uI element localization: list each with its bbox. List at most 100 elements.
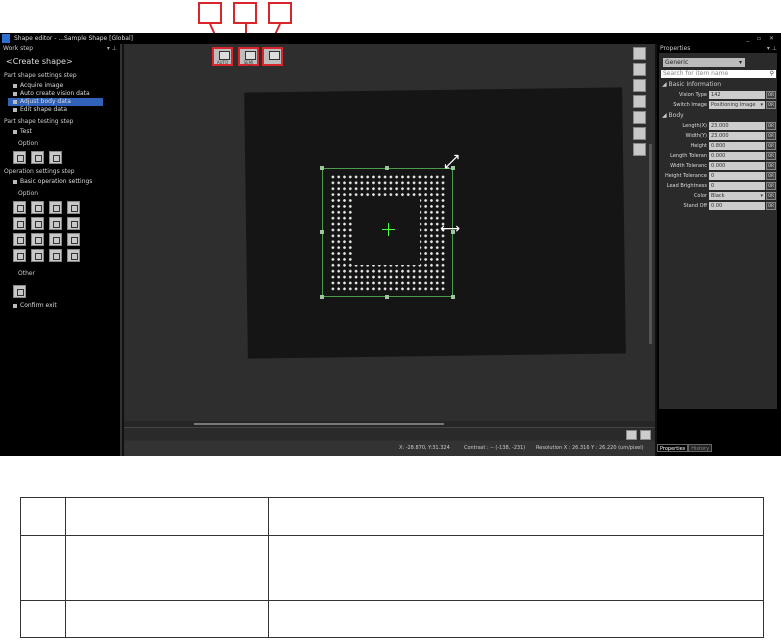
semi-auto-button[interactable]: SEMI AUTO: [238, 47, 259, 70]
category-select[interactable]: Generic ▾: [663, 58, 745, 67]
description-table: [20, 497, 764, 638]
option-icon[interactable]: [67, 217, 80, 230]
property-row: Length(X) 23.000 OR: [659, 121, 777, 130]
option-icon[interactable]: [49, 249, 62, 262]
or-button[interactable]: OR: [766, 121, 776, 130]
or-button[interactable]: OR: [766, 161, 776, 170]
option-icon[interactable]: [49, 201, 62, 214]
manual-adjust-button[interactable]: [262, 47, 283, 66]
panel-header: Work step: [3, 45, 34, 52]
cursor-coords: X: -28.870, Y:31.324: [399, 445, 450, 451]
test-tool-icon[interactable]: [49, 151, 62, 164]
property-label: Length Toleran: [670, 152, 707, 159]
fit-icon[interactable]: [633, 79, 646, 92]
option-icon[interactable]: [31, 249, 44, 262]
step-basic-operation[interactable]: Basic operation settings: [0, 178, 120, 186]
test-tool-icon[interactable]: [13, 151, 26, 164]
property-label: Vision Type: [679, 91, 707, 98]
option-icon[interactable]: [49, 233, 62, 246]
save-as-icon[interactable]: [640, 430, 651, 440]
resize-handle[interactable]: [320, 230, 324, 234]
view-settings-icon[interactable]: [633, 127, 646, 140]
or-button[interactable]: OR: [766, 141, 776, 150]
window-controls[interactable]: _ ▫ ✕: [746, 33, 777, 44]
property-value[interactable]: 0.000: [709, 151, 765, 160]
option-icon[interactable]: [13, 233, 26, 246]
tab-properties[interactable]: Properties: [657, 444, 689, 452]
section-title: Part shape settings step: [4, 72, 77, 79]
properties-panel: Properties ▾ ⊥ Generic ▾ Search for item n…: [657, 44, 781, 456]
or-button[interactable]: OR: [766, 90, 776, 99]
or-button[interactable]: OR: [766, 100, 776, 109]
resize-handle[interactable]: [320, 166, 324, 170]
property-label: Width(Y): [685, 132, 707, 139]
zoom-out-icon[interactable]: [633, 63, 646, 76]
step-adjust-body[interactable]: Adjust body data: [8, 98, 103, 106]
or-button[interactable]: OR: [766, 181, 776, 190]
tab-history[interactable]: History: [688, 444, 713, 452]
vertical-scrollbar[interactable]: [649, 144, 652, 344]
test-tool-icon[interactable]: [31, 151, 44, 164]
group-header[interactable]: ◢ Body: [662, 112, 777, 120]
option-icon[interactable]: [67, 249, 80, 262]
auto-button[interactable]: AUTO: [212, 47, 233, 66]
property-value[interactable]: 142: [709, 90, 765, 99]
option-icon[interactable]: [67, 201, 80, 214]
property-row: Length Toleran 0.000 OR: [659, 151, 777, 160]
option-icon[interactable]: [31, 233, 44, 246]
or-button[interactable]: OR: [766, 191, 776, 200]
or-button[interactable]: OR: [766, 171, 776, 180]
step-test[interactable]: Test: [0, 128, 120, 136]
properties-header: Properties: [660, 45, 691, 52]
zoom-in-icon[interactable]: [633, 47, 646, 60]
window-title: Shape editor - ...Sample Shape [Global]: [14, 35, 133, 42]
resize-handle[interactable]: [385, 166, 389, 170]
pin-icon[interactable]: ▾ ⊥: [107, 44, 117, 53]
property-label: Width Toleranc: [670, 162, 707, 169]
save-icon[interactable]: [626, 430, 637, 440]
search-input[interactable]: Search for item name ⚲: [661, 70, 776, 78]
edit-icon[interactable]: [633, 143, 646, 156]
option-icon[interactable]: [13, 217, 26, 230]
step-auto-create[interactable]: Auto create vision data: [0, 90, 120, 98]
property-value[interactable]: Positioning Image ▾: [709, 100, 765, 109]
step-edit-shape[interactable]: Edit shape data: [0, 106, 120, 114]
option-label: Option: [18, 190, 39, 197]
property-row: Width Toleranc 0.000 OR: [659, 161, 777, 170]
property-value[interactable]: 0.00: [709, 201, 765, 210]
view-icon[interactable]: [633, 111, 646, 124]
group-header[interactable]: ◢ Basic Information: [662, 81, 777, 89]
option-icon[interactable]: [49, 217, 62, 230]
resize-handle[interactable]: [320, 295, 324, 299]
other-tool-icon[interactable]: [13, 285, 26, 298]
other-label: Other: [18, 270, 36, 277]
resize-handle[interactable]: [451, 295, 455, 299]
option-icon[interactable]: [31, 217, 44, 230]
or-button[interactable]: OR: [766, 131, 776, 140]
property-label: Color: [693, 192, 707, 199]
property-row: Width(Y) 23.000 OR: [659, 131, 777, 140]
step-acquire-image[interactable]: Acquire image: [0, 82, 120, 90]
option-icon[interactable]: [67, 233, 80, 246]
property-row: Lead Brightness 0 OR: [659, 181, 777, 190]
status-bar: X: -28.870, Y:31.324 Contrast : -- (-138…: [124, 441, 655, 456]
settings-icon[interactable]: [13, 201, 26, 214]
property-value[interactable]: 23.000: [709, 131, 765, 140]
property-value[interactable]: 23.000: [709, 121, 765, 130]
property-value[interactable]: 0: [709, 181, 765, 190]
property-value[interactable]: 0.000: [709, 161, 765, 170]
work-step-panel: Work step ▾ ⊥ <Create shape> Part shape s…: [0, 44, 122, 456]
resize-handle[interactable]: [385, 295, 389, 299]
property-value[interactable]: 0.800: [709, 141, 765, 150]
or-button[interactable]: OR: [766, 201, 776, 210]
image-canvas[interactable]: AUTO SEMI AUTO ⟷ ⟷ X: -28.870, Y:31.324 …: [124, 44, 655, 456]
property-row: Height Tolerance 0 OR: [659, 171, 777, 180]
or-button[interactable]: OR: [766, 151, 776, 160]
pin-icon[interactable]: ▾ ⊥: [767, 44, 777, 53]
property-value[interactable]: 0: [709, 171, 765, 180]
property-value[interactable]: Black ▾: [709, 191, 765, 200]
confirm-exit[interactable]: Confirm exit: [0, 302, 120, 310]
zoom-area-icon[interactable]: [633, 95, 646, 108]
option-icon[interactable]: [31, 201, 44, 214]
option-icon[interactable]: [13, 249, 26, 262]
